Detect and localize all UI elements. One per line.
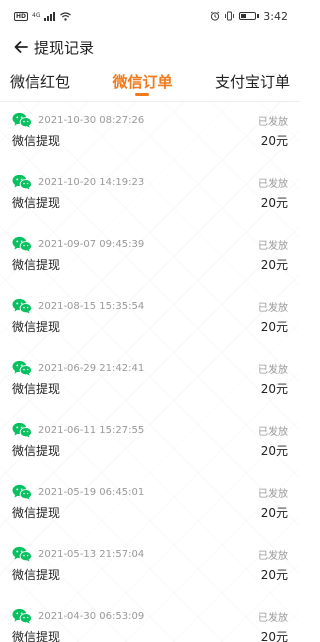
signal-icon <box>44 11 56 21</box>
record-title: 微信提现 <box>12 257 61 272</box>
wechat-icon <box>12 236 32 252</box>
record-time: 2021-06-11 15:27:55 <box>38 424 145 436</box>
record-amount: 20元 <box>260 567 288 582</box>
record-time: 2021-05-19 06:45:01 <box>38 486 145 498</box>
record-time: 2021-10-30 08:27:26 <box>38 114 145 126</box>
tab-alipay-orders[interactable]: 支付宝订单 <box>215 62 290 102</box>
page-title: 提现记录 <box>34 38 95 57</box>
wechat-icon <box>12 484 32 500</box>
record-title: 微信提现 <box>12 629 61 642</box>
record-title: 微信提现 <box>12 443 61 458</box>
record-item[interactable]: 2021-08-15 15:35:54 已发放 微信提现 20元 <box>0 288 300 350</box>
record-amount: 20元 <box>260 505 288 520</box>
wechat-icon <box>12 360 32 376</box>
header: 提现记录 <box>0 32 300 62</box>
record-status: 已发放 <box>258 116 288 128</box>
alarm-icon <box>211 11 220 21</box>
battery-icon <box>239 12 260 20</box>
battery-fill <box>241 14 246 18</box>
record-status: 已发放 <box>258 488 288 500</box>
record-title: 微信提现 <box>12 195 61 210</box>
record-item[interactable]: 2021-05-19 06:45:01 已发放 微信提现 20元 <box>0 474 300 536</box>
record-time: 2021-05-13 21:57:04 <box>38 548 145 560</box>
record-title: 微信提现 <box>12 133 61 148</box>
record-title: 微信提现 <box>12 505 61 520</box>
active-tab-indicator <box>135 92 150 96</box>
record-time: 2021-09-07 09:45:39 <box>38 238 145 250</box>
wechat-icon <box>12 174 32 190</box>
record-title: 微信提现 <box>12 567 61 582</box>
record-time: 2021-06-29 21:42:41 <box>38 362 145 374</box>
record-amount: 20元 <box>260 319 288 334</box>
record-item[interactable]: 2021-04-30 06:53:09 已发放 微信提现 20元 <box>0 598 300 642</box>
record-amount: 20元 <box>260 381 288 396</box>
wechat-icon <box>12 546 32 562</box>
record-time: 2021-08-15 15:35:54 <box>38 300 145 312</box>
status-bar: HD 4G 3:42 <box>0 0 300 32</box>
record-amount: 20元 <box>260 195 288 210</box>
record-title: 微信提现 <box>12 319 61 334</box>
network-type: 4G <box>32 12 41 19</box>
record-item[interactable]: 2021-10-30 08:27:26 已发放 微信提现 20元 <box>0 102 300 164</box>
record-amount: 20元 <box>260 133 288 148</box>
record-status: 已发放 <box>258 364 288 376</box>
record-amount: 20元 <box>260 629 288 642</box>
record-item[interactable]: 2021-05-13 21:57:04 已发放 微信提现 20元 <box>0 536 300 598</box>
wechat-icon <box>12 112 32 128</box>
record-title: 微信提现 <box>12 381 61 396</box>
record-status: 已发放 <box>258 178 288 190</box>
tab-bar: 微信红包 微信订单 支付宝订单 <box>0 62 300 102</box>
record-amount: 20元 <box>260 257 288 272</box>
record-amount: 20元 <box>260 443 288 458</box>
record-item[interactable]: 2021-06-29 21:42:41 已发放 微信提现 20元 <box>0 350 300 412</box>
record-status: 已发放 <box>258 302 288 314</box>
tab-wechat-orders[interactable]: 微信订单 <box>112 62 173 102</box>
wechat-icon <box>12 608 32 624</box>
record-status: 已发放 <box>258 240 288 252</box>
wechat-icon <box>12 422 32 438</box>
status-time: 3:42 <box>263 9 288 23</box>
tab-label: 支付宝订单 <box>214 73 290 91</box>
record-time: 2021-10-20 14:19:23 <box>38 176 145 188</box>
record-item[interactable]: 2021-10-20 14:19:23 已发放 微信提现 20元 <box>0 164 300 226</box>
tab-wechat-red-packet[interactable]: 微信红包 <box>10 62 70 102</box>
tab-label: 微信红包 <box>10 73 71 91</box>
record-item[interactable]: 2021-06-11 15:27:55 已发放 微信提现 20元 <box>0 412 300 474</box>
withdrawal-records-screen: HD 4G 3:42 提现记录 微信红包 微信订单 支付宝订单 2021-10-… <box>0 0 300 642</box>
hd-badge: HD <box>14 11 29 21</box>
wifi-icon <box>60 11 72 21</box>
record-status: 已发放 <box>258 550 288 562</box>
record-time: 2021-04-30 06:53:09 <box>38 610 145 622</box>
status-left: HD 4G <box>14 11 72 21</box>
vibrate-icon <box>225 11 235 21</box>
record-item[interactable]: 2021-09-07 09:45:39 已发放 微信提现 20元 <box>0 226 300 288</box>
back-arrow-icon[interactable] <box>12 38 30 56</box>
status-right: 3:42 <box>210 10 288 23</box>
record-status: 已发放 <box>258 426 288 438</box>
record-status: 已发放 <box>258 612 288 624</box>
record-list: 2021-10-30 08:27:26 已发放 微信提现 20元 2021-10… <box>0 102 300 642</box>
tab-label: 微信订单 <box>112 73 173 91</box>
wechat-icon <box>12 298 32 314</box>
